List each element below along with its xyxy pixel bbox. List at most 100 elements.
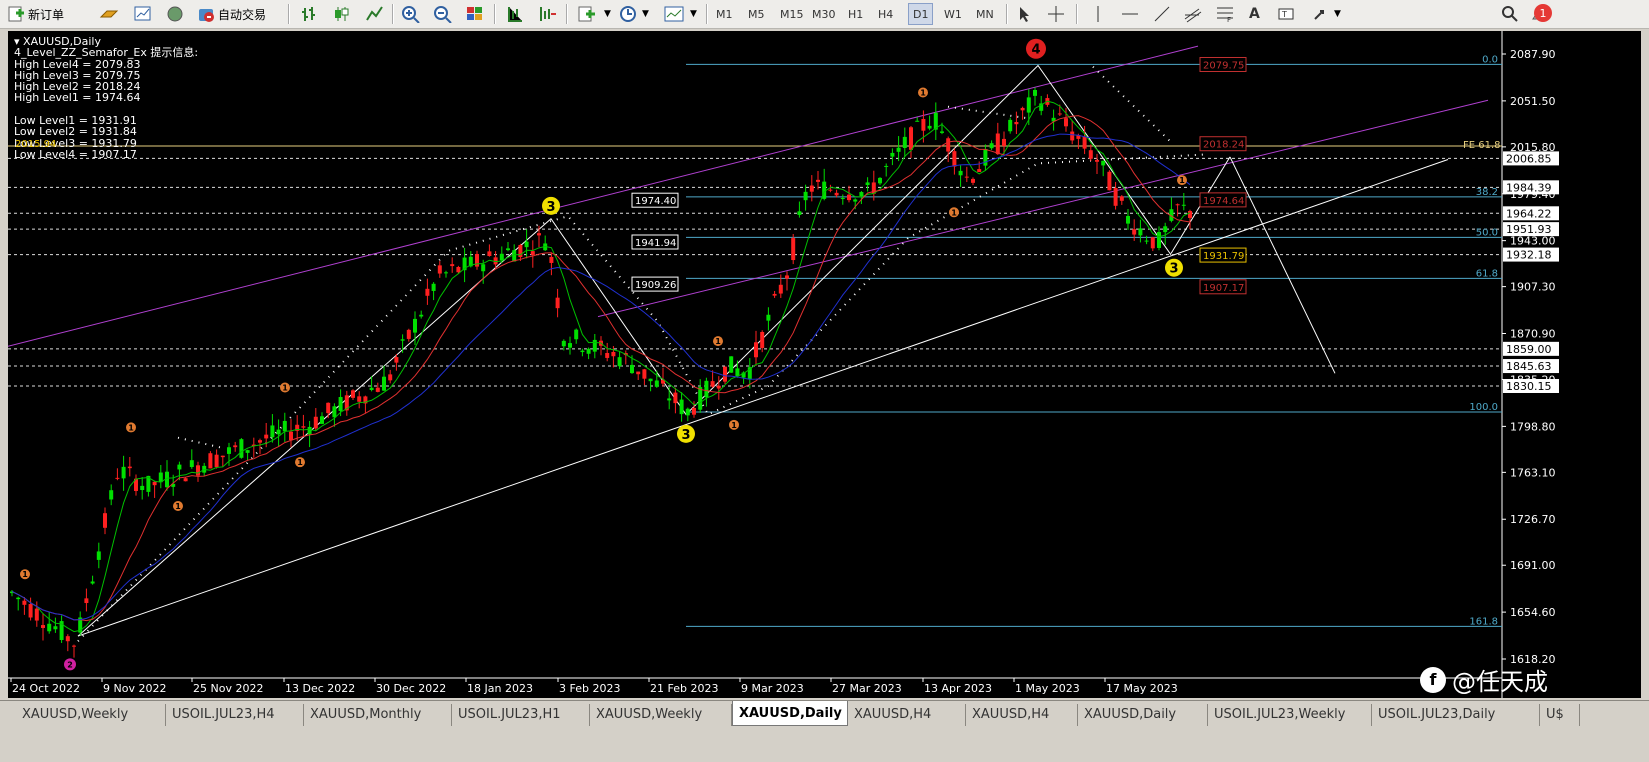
projection-down (1229, 156, 1336, 374)
candle-body (72, 645, 76, 647)
candle-body (735, 368, 740, 377)
fib-level-label: 100.0 (1469, 402, 1498, 413)
candle-body (884, 165, 889, 167)
autoscroll-button[interactable] (534, 3, 560, 25)
candle-body (1150, 237, 1155, 249)
candle-body (1020, 107, 1025, 111)
candle-body (320, 416, 324, 424)
horizontal-line-tool[interactable] (1118, 3, 1142, 25)
search-button[interactable] (1498, 3, 1522, 25)
crosshair-tool[interactable] (1044, 3, 1068, 25)
candle-body (406, 329, 411, 339)
signals-button[interactable] (162, 3, 188, 25)
candle-body (586, 348, 591, 354)
ma-mid-line (11, 115, 1191, 622)
tab-xauusd-h4[interactable]: XAUUSD,H4 (848, 704, 966, 726)
tab-usoil-jul23-weekly[interactable]: USOIL.JUL23,Weekly (1208, 704, 1372, 726)
candle-body (437, 265, 442, 274)
candle-body (425, 288, 430, 296)
auto-trading-button[interactable]: 自动交易 (194, 3, 269, 25)
vertical-line-icon (1097, 6, 1099, 22)
tab-usoil-jul23-h4[interactable]: USOIL.JUL23,H4 (166, 704, 304, 726)
templates-button[interactable]: ▼ (660, 3, 700, 25)
candlestick-button[interactable] (328, 3, 354, 25)
tab-xauusd-daily[interactable]: XAUUSD,Daily (1078, 704, 1208, 726)
tab-xauusd-daily[interactable]: XAUUSD,Daily (732, 701, 848, 726)
candle-body (456, 266, 461, 273)
semafor-marker-label: 4 (1031, 43, 1040, 58)
candle-body (444, 272, 448, 274)
tile-windows-button[interactable] (462, 3, 488, 25)
chart-window-button[interactable] (130, 3, 156, 25)
candle-body (313, 416, 318, 429)
candle-body (716, 385, 721, 389)
price-chart[interactable]: 2087.902051.502015.801979.401943.001907.… (8, 31, 1641, 698)
tab-xauusd-weekly[interactable]: XAUUSD,Weekly (16, 704, 166, 726)
time-tick-label: 9 Mar 2023 (741, 682, 804, 695)
semafor-marker-label: 1 (128, 423, 134, 432)
arrows-tool[interactable]: ▼ (1308, 3, 1344, 25)
candle-body (96, 551, 101, 560)
candle-body (53, 626, 58, 630)
text-tool[interactable]: A (1246, 3, 1263, 25)
candle-body (301, 426, 306, 428)
candle-body (431, 283, 436, 291)
candle-body (1033, 90, 1037, 96)
candle-body (952, 151, 957, 167)
timeframe-m5[interactable]: M5 (744, 3, 769, 25)
zoom-in-button[interactable] (398, 3, 424, 25)
tab-usoil-jul23-daily[interactable]: USOIL.JUL23,Daily (1372, 704, 1540, 726)
timeframe-h1[interactable]: H1 (844, 3, 867, 25)
bar-chart-button[interactable] (296, 3, 322, 25)
label-tool[interactable]: T (1274, 3, 1298, 25)
right-level-box-label: 2018.24 (1203, 140, 1244, 151)
line-chart-button[interactable] (362, 3, 388, 25)
candle-body (233, 445, 238, 448)
candle-body (940, 131, 944, 133)
candle-body (450, 264, 455, 267)
timeframe-m15[interactable]: M15 (776, 3, 808, 25)
candle-body (1181, 204, 1186, 206)
semafor-dotted-path (177, 436, 224, 449)
chart-canvas: 2087.902051.502015.801979.401943.001907.… (8, 31, 1559, 698)
vertical-line-tool[interactable] (1086, 3, 1110, 25)
tab-usoil-jul23-h1[interactable]: USOIL.JUL23,H1 (452, 704, 590, 726)
cursor-tool[interactable] (1012, 3, 1036, 25)
timeframe-h4[interactable]: H4 (874, 3, 897, 25)
candle-body (220, 455, 225, 458)
candle-body (1107, 171, 1112, 191)
tab-u-[interactable]: U$ (1540, 704, 1580, 726)
timeframe-m1[interactable]: M1 (712, 3, 737, 25)
indicators-button[interactable]: ▼ (574, 3, 614, 25)
candle-body (729, 356, 734, 373)
timeframe-d1[interactable]: D1 (908, 3, 934, 25)
timeframe-m30[interactable]: M30 (808, 3, 840, 25)
zoom-out-button[interactable] (430, 3, 456, 25)
tab-xauusd-h4[interactable]: XAUUSD,H4 (966, 704, 1078, 726)
indicators-icon (578, 6, 595, 22)
candle-body (289, 431, 293, 441)
candle-body (189, 460, 194, 467)
candle-body (530, 251, 535, 255)
time-tick-label: 13 Apr 2023 (924, 682, 992, 695)
timeframe-w1[interactable]: W1 (940, 3, 966, 25)
trend-line-tool[interactable] (1150, 3, 1174, 25)
fibonacci-icon: F (1217, 7, 1233, 23)
tab-xauusd-monthly[interactable]: XAUUSD,Monthly (304, 704, 452, 726)
tab-xauusd-weekly[interactable]: XAUUSD,Weekly (590, 704, 732, 726)
candle-body (326, 402, 331, 414)
chart-tabs-bar: XAUUSD,Weekly USOIL.JUL23,H4 XAUUSD,Monthl… (0, 700, 1649, 762)
timeframe-mn[interactable]: MN (972, 3, 998, 25)
channel-tool[interactable] (1180, 3, 1206, 25)
price-highlight-label: 1951.93 (1506, 223, 1552, 236)
periods-button[interactable]: ▼ (616, 3, 652, 25)
candle-body (227, 447, 231, 454)
chevron-down-icon: ▼ (690, 9, 697, 19)
gold-bars-button[interactable] (96, 3, 122, 25)
new-order-button[interactable]: 新订单 (4, 3, 67, 25)
fibonacci-tool[interactable]: F (1212, 3, 1238, 25)
candle-body (1113, 188, 1118, 206)
candle-body (989, 143, 994, 149)
clock-icon (620, 6, 636, 22)
chart-shift-button[interactable] (502, 3, 528, 25)
